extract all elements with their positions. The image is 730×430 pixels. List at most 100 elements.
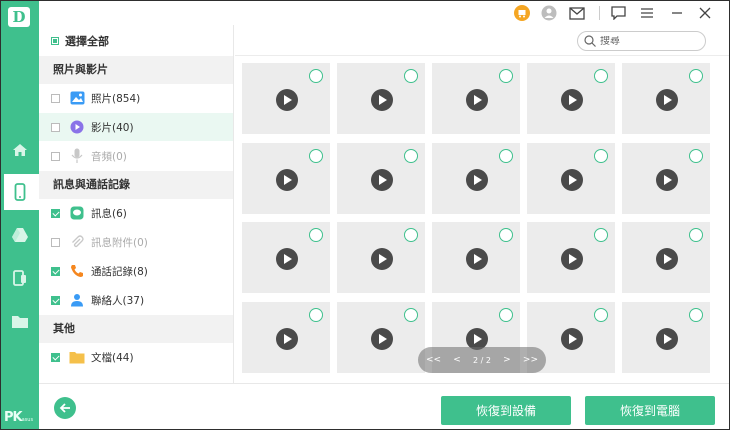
video-thumbnail[interactable] <box>622 222 710 293</box>
feedback-button[interactable] <box>609 4 627 22</box>
select-circle[interactable] <box>404 149 418 163</box>
play-icon[interactable] <box>656 248 678 270</box>
arrow-left-icon <box>59 403 70 413</box>
category-label: 影片(40) <box>91 121 134 134</box>
play-icon[interactable] <box>276 89 298 111</box>
category-checkbox[interactable] <box>51 122 60 132</box>
nav-device-recovery[interactable] <box>1 174 39 210</box>
select-circle[interactable] <box>594 149 608 163</box>
video-thumbnail[interactable] <box>432 222 520 293</box>
category-audio: 音頻(0) <box>39 142 233 170</box>
video-thumbnail[interactable] <box>337 302 425 373</box>
play-icon[interactable] <box>656 89 678 111</box>
photo-icon <box>69 90 85 106</box>
video-thumbnail[interactable] <box>242 63 330 134</box>
select-circle[interactable] <box>309 308 323 322</box>
video-thumbnail[interactable] <box>622 143 710 214</box>
last-page-button[interactable]: >> <box>523 355 538 365</box>
video-thumbnail[interactable] <box>337 143 425 214</box>
minimize-button[interactable] <box>668 4 686 22</box>
back-button[interactable] <box>54 397 76 419</box>
select-circle[interactable] <box>499 149 513 163</box>
category-checkbox[interactable] <box>51 266 60 276</box>
select-circle[interactable] <box>309 228 323 242</box>
select-all-checkbox[interactable] <box>51 37 59 45</box>
video-thumbnail[interactable] <box>622 302 710 373</box>
select-circle[interactable] <box>309 149 323 163</box>
video-thumbnail[interactable] <box>622 63 710 134</box>
prev-page-button[interactable]: < <box>453 355 461 365</box>
category-documents[interactable]: 文檔(44) <box>39 343 233 371</box>
category-messages[interactable]: 訊息(6) <box>39 199 233 227</box>
play-icon[interactable] <box>276 248 298 270</box>
play-icon[interactable] <box>466 89 488 111</box>
select-circle[interactable] <box>594 69 608 83</box>
category-contacts[interactable]: 聯絡人(37) <box>39 286 233 314</box>
play-icon[interactable] <box>561 248 583 270</box>
select-circle[interactable] <box>404 308 418 322</box>
video-thumbnail[interactable] <box>527 222 615 293</box>
play-icon[interactable] <box>561 89 583 111</box>
play-icon[interactable] <box>561 169 583 191</box>
select-circle[interactable] <box>404 69 418 83</box>
category-label: 音頻(0) <box>91 150 127 163</box>
play-icon[interactable] <box>371 248 393 270</box>
category-call-history[interactable]: 通話記錄(8) <box>39 257 233 285</box>
nav-folder[interactable] <box>1 303 39 339</box>
play-icon[interactable] <box>371 328 393 350</box>
play-icon[interactable] <box>466 248 488 270</box>
select-circle[interactable] <box>689 308 703 322</box>
select-circle[interactable] <box>499 69 513 83</box>
video-thumbnail[interactable] <box>337 222 425 293</box>
select-circle[interactable] <box>689 69 703 83</box>
select-circle[interactable] <box>594 308 608 322</box>
video-thumbnail[interactable] <box>432 143 520 214</box>
category-label: 照片(854) <box>91 92 141 105</box>
nav-home[interactable] <box>1 132 39 168</box>
close-button[interactable] <box>696 4 714 22</box>
select-circle[interactable] <box>689 149 703 163</box>
category-photos[interactable]: 照片(854) <box>39 84 233 112</box>
cart-button[interactable] <box>513 4 531 22</box>
menu-button[interactable] <box>638 4 656 22</box>
play-icon[interactable] <box>371 169 393 191</box>
video-thumbnail[interactable] <box>337 63 425 134</box>
category-checkbox[interactable] <box>51 208 60 218</box>
category-checkbox[interactable] <box>51 93 60 103</box>
select-all[interactable]: 選擇全部 <box>51 33 109 49</box>
video-thumbnail[interactable] <box>242 222 330 293</box>
select-circle[interactable] <box>499 308 513 322</box>
play-icon[interactable] <box>656 328 678 350</box>
play-icon[interactable] <box>466 169 488 191</box>
select-circle[interactable] <box>404 228 418 242</box>
mail-button[interactable] <box>568 4 586 22</box>
search-box[interactable] <box>577 31 706 51</box>
category-checkbox[interactable] <box>51 295 60 305</box>
select-circle[interactable] <box>689 228 703 242</box>
account-button[interactable] <box>540 4 558 22</box>
play-icon[interactable] <box>656 169 678 191</box>
select-circle[interactable] <box>594 228 608 242</box>
video-thumbnail[interactable] <box>527 63 615 134</box>
play-icon[interactable] <box>371 89 393 111</box>
section-other: 其他 <box>39 315 233 343</box>
video-thumbnail[interactable] <box>242 143 330 214</box>
nav-google-drive[interactable] <box>1 217 39 253</box>
search-input[interactable] <box>600 35 695 47</box>
recover-to-computer-button[interactable]: 恢復到電腦 <box>585 396 715 425</box>
play-icon[interactable] <box>561 328 583 350</box>
select-circle[interactable] <box>309 69 323 83</box>
recover-to-device-button[interactable]: 恢復到設備 <box>441 396 571 425</box>
video-thumbnail[interactable] <box>432 63 520 134</box>
next-page-button[interactable]: > <box>503 355 511 365</box>
title-bar <box>39 1 729 25</box>
first-page-button[interactable]: << <box>426 355 441 365</box>
nav-itunes-backup[interactable] <box>1 260 39 296</box>
category-checkbox[interactable] <box>51 352 60 362</box>
video-thumbnail[interactable] <box>242 302 330 373</box>
select-circle[interactable] <box>499 228 513 242</box>
video-thumbnail[interactable] <box>527 143 615 214</box>
play-icon[interactable] <box>276 328 298 350</box>
category-videos[interactable]: 影片(40) <box>39 113 233 141</box>
play-icon[interactable] <box>276 169 298 191</box>
